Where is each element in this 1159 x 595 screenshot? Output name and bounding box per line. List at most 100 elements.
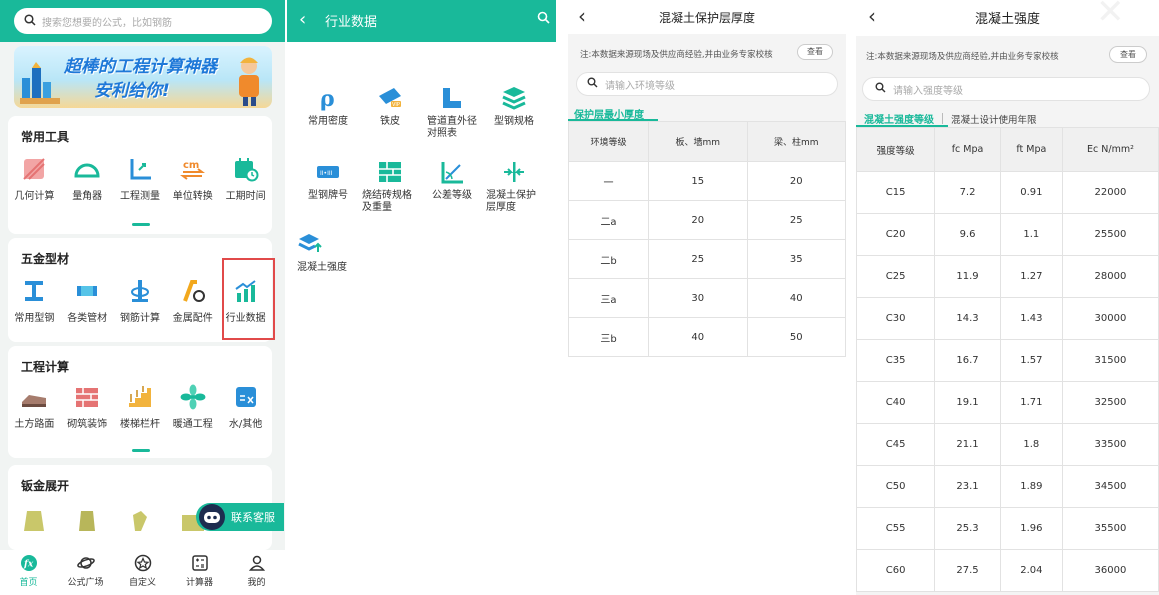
card-common-tools: 常用工具 几何计算 量角器 工程测量 cm 单位转换 工期时间 xyxy=(8,116,272,234)
section-title: 工程计算 xyxy=(21,360,70,374)
tab-label: 首页 xyxy=(19,578,38,588)
tab-formula-square[interactable]: 公式广场 xyxy=(57,550,114,595)
table-cell: 11.9 xyxy=(934,255,1001,298)
tool-label: 工程测量 xyxy=(119,191,160,202)
table-cell: C35 xyxy=(856,339,936,382)
tool-section-steel[interactable]: 常用型钢 xyxy=(8,278,61,324)
tool-hvac[interactable]: 暖通工程 xyxy=(166,384,219,430)
column-header: 环境等级 xyxy=(568,121,650,162)
table-cell: C60 xyxy=(856,549,936,592)
column-header: Ec N/mm² xyxy=(1061,127,1159,172)
strength-tabs: 混凝土强度等级 混凝土设计使用年限 xyxy=(864,111,1037,126)
tool-rebar[interactable]: 钢筋计算 xyxy=(114,278,167,324)
table-cell: 35500 xyxy=(1061,507,1159,550)
data-item-sheet-metal[interactable]: VIP 铁皮 xyxy=(359,84,421,128)
tool-earthwork[interactable]: 土方路面 xyxy=(8,384,61,430)
tab-strength-grade[interactable]: 混凝土强度等级 xyxy=(864,111,934,126)
data-item-density[interactable]: ρ 常用密度 xyxy=(297,84,359,128)
concrete-strength-icon xyxy=(297,230,325,258)
pipe-diameter-icon xyxy=(438,84,466,112)
data-item-pipe-diameter[interactable]: 管道直外径对照表 xyxy=(421,84,483,140)
calendar-icon xyxy=(233,156,259,182)
tool-sheet-3[interactable] xyxy=(114,507,167,533)
close-icon[interactable]: ✕ xyxy=(1096,0,1125,32)
tool-protractor[interactable]: 量角器 xyxy=(61,156,114,202)
page-indicator xyxy=(132,223,150,226)
table-row: 二b 25 35 xyxy=(568,239,846,279)
axis-measure-icon xyxy=(127,156,153,182)
tool-survey[interactable]: 工程测量 xyxy=(114,156,167,202)
table-cell: 2.04 xyxy=(999,549,1063,592)
industry-data-header: ‹ 行业数据 xyxy=(287,0,556,42)
table-cell: 35 xyxy=(746,239,846,279)
pipe-icon xyxy=(74,278,100,304)
home-search-input[interactable]: 搜索您想要的公式，比如钢筋 xyxy=(14,8,272,34)
steel-spec-icon xyxy=(500,84,528,112)
table-cell: 31500 xyxy=(1061,339,1159,382)
tool-geometry[interactable]: 几何计算 xyxy=(8,156,61,202)
tab-mine[interactable]: 我的 xyxy=(228,550,285,595)
data-item-steel-grade[interactable]: II•III 型钢牌号 xyxy=(297,158,359,202)
data-item-brick-spec[interactable]: 烧结砖规格及重量 xyxy=(359,158,421,214)
concrete-cover-screen: ‹ 混凝土保护层厚度 注:本数据来源现场及供应商经验,并由业务专家校核 查看 请… xyxy=(568,0,846,595)
sheet-metal-icon: VIP xyxy=(376,84,404,112)
tool-masonry[interactable]: 砌筑装饰 xyxy=(61,384,114,430)
tool-water-other[interactable]: 水/其他 xyxy=(219,384,272,430)
table-cell: C40 xyxy=(856,381,936,424)
home-search-placeholder: 搜索您想要的公式，比如钢筋 xyxy=(42,17,172,29)
tab-design-life[interactable]: 混凝土设计使用年限 xyxy=(951,112,1037,126)
column-header: 强度等级 xyxy=(856,127,936,172)
tool-stairs[interactable]: 楼梯栏杆 xyxy=(114,384,167,430)
table-cell: 0.91 xyxy=(999,171,1063,214)
data-item-tolerance[interactable]: 公差等级 xyxy=(421,158,483,202)
tab-label: 我的 xyxy=(247,578,266,588)
protractor-icon xyxy=(74,156,100,182)
tab-calculator[interactable]: 计算器 xyxy=(171,550,228,595)
table-row: C20 9.6 1.1 25500 xyxy=(856,213,1159,256)
table-row: C60 27.5 2.04 36000 xyxy=(856,549,1159,592)
tool-label: 几何计算 xyxy=(14,191,55,202)
tool-row: 土方路面 砌筑装饰 楼梯栏杆 暖通工程 水/其他 xyxy=(8,384,272,430)
table-cell: C15 xyxy=(856,171,936,214)
data-item-label: 混凝土保护层厚度 xyxy=(486,190,536,213)
search-icon[interactable] xyxy=(537,11,550,28)
search-placeholder: 请输入环境等级 xyxy=(605,80,675,92)
view-button[interactable]: 查看 xyxy=(797,44,833,60)
tab-custom[interactable]: 自定义 xyxy=(114,550,171,595)
tool-metal-fittings[interactable]: 金属配件 xyxy=(166,278,219,324)
contact-service-button[interactable]: 联系客服 xyxy=(196,503,284,531)
tab-home[interactable]: fx 首页 xyxy=(0,550,57,595)
table-cell: C25 xyxy=(856,255,936,298)
data-item-concrete-strength[interactable]: 混凝土强度 xyxy=(297,230,359,274)
table-row: 一 15 20 xyxy=(568,161,846,201)
tool-unit-convert[interactable]: cm 单位转换 xyxy=(166,156,219,202)
environment-search-input[interactable]: 请输入环境等级 xyxy=(576,72,838,96)
tool-label: 砌筑装饰 xyxy=(67,419,108,430)
sheet-shape-icon xyxy=(74,507,100,533)
tool-sheet-1[interactable] xyxy=(8,507,61,533)
tool-row: 几何计算 量角器 工程测量 cm 单位转换 工期时间 xyxy=(8,156,272,202)
promo-banner[interactable]: 超棒的工程计算神器 安利给你! xyxy=(14,46,272,108)
data-item-steel-spec[interactable]: 型钢规格 xyxy=(483,84,545,128)
highlight-box xyxy=(222,258,275,340)
table-cell: C50 xyxy=(856,465,936,508)
table-cell: 1.71 xyxy=(999,381,1063,424)
data-item-label: 烧结砖规格及重量 xyxy=(362,190,412,213)
table-cell: 16.7 xyxy=(934,339,1001,382)
data-item-concrete-cover[interactable]: 混凝土保护层厚度 xyxy=(483,158,545,214)
table-cell: 34500 xyxy=(1061,465,1159,508)
tool-sheet-2[interactable] xyxy=(61,507,114,533)
back-icon[interactable]: ‹ xyxy=(299,9,306,30)
table-cell: 15 xyxy=(648,161,748,201)
table-cell: 40 xyxy=(746,278,846,318)
tool-pipes[interactable]: 各类管材 xyxy=(61,278,114,324)
table-cell: 二a xyxy=(568,200,650,240)
strength-search-input[interactable]: 请输入强度等级 xyxy=(862,77,1150,101)
svg-text:II•III: II•III xyxy=(320,170,333,177)
tool-schedule[interactable]: 工期时间 xyxy=(219,156,272,202)
table-cell: 20 xyxy=(648,200,748,240)
table-row: 三a 30 40 xyxy=(568,278,846,318)
view-button[interactable]: 查看 xyxy=(1109,46,1147,63)
table-cell: 40 xyxy=(648,317,748,357)
table-cell: C45 xyxy=(856,423,936,466)
